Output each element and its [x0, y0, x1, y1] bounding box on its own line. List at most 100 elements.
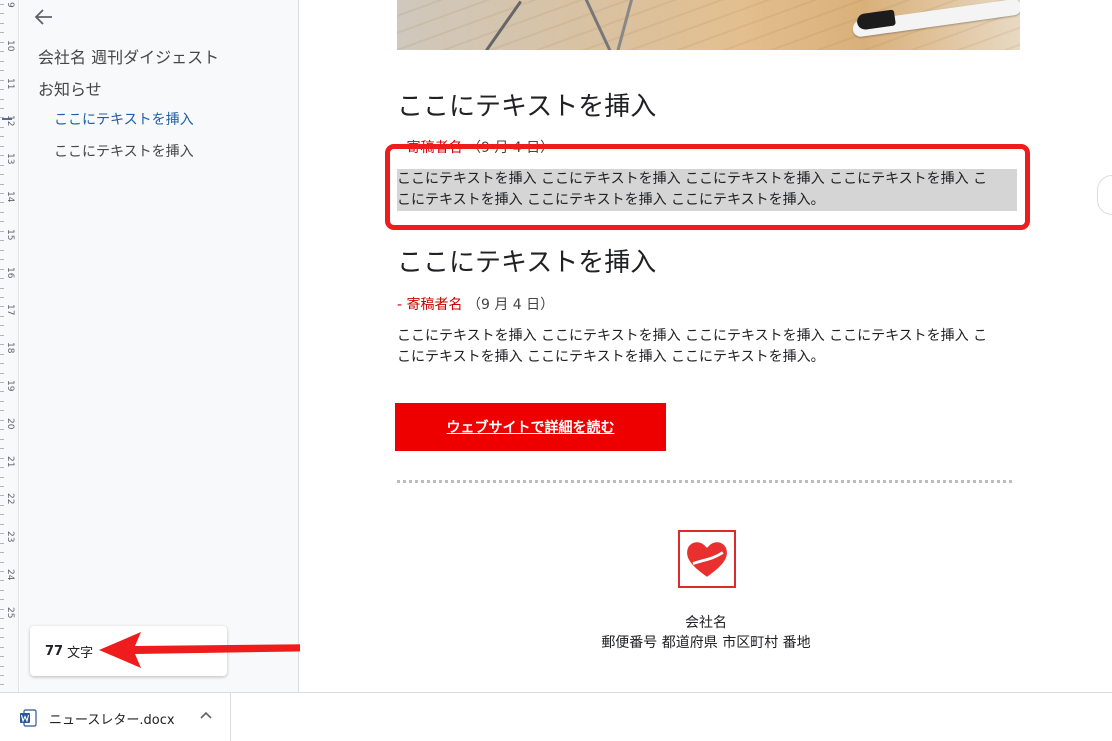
ruler-tick [0, 287, 4, 289]
ruler-tick [0, 571, 4, 572]
read-more-button[interactable]: ウェブサイトで詳細を読む [395, 403, 666, 451]
ruler-tick [0, 136, 4, 138]
ruler-tick [0, 580, 4, 582]
screen: 9 10 11 12 13 14 15 16 17 18 19 20 21 22 23 24 25 会社名 週刊… [0, 0, 1112, 741]
side-panel-toggle[interactable] [1097, 175, 1112, 215]
ruler-tick [0, 627, 4, 629]
outline-item-news[interactable]: お知らせ [38, 76, 102, 100]
ruler-tick [0, 145, 4, 147]
ruler-tick [0, 193, 4, 194]
ruler-tick [0, 363, 4, 365]
ruler-number: 14 [5, 191, 15, 203]
ruler-tick [0, 259, 4, 261]
ruler-tick [0, 438, 4, 440]
outline-item-heading-1[interactable]: ここにテキストを挿入 [54, 109, 194, 129]
section-heading[interactable]: ここにテキストを挿入 [397, 242, 656, 279]
download-item[interactable]: ニュースレター.docx [0, 693, 231, 741]
ruler-tick [0, 400, 4, 402]
document-page[interactable]: ここにテキストを挿入 - 寄稿者名 （9 月 4 日） ここにテキストを挿入 こ… [300, 0, 1112, 692]
ruler-tick [0, 514, 4, 516]
company-logo [678, 530, 736, 588]
ruler-tick [0, 60, 4, 62]
ruler-tick [0, 429, 4, 431]
ruler-tick [0, 183, 4, 185]
paragraph-line: ここにテキストを挿入 ここにテキストを挿入 ここにテキストを挿入 ここにテキスト… [397, 328, 988, 344]
ruler-number: 13 [5, 153, 15, 165]
red-annotation-arrow [99, 632, 331, 668]
ruler-tick [0, 89, 4, 91]
ruler-tick [0, 325, 4, 327]
ruler-number: 12 [5, 115, 15, 127]
ruler-tick [0, 674, 4, 676]
ruler-tick [0, 41, 4, 43]
ruler-number: 16 [5, 266, 15, 279]
company-address[interactable]: 郵便番号 都道府県 市区町村 番地 [500, 632, 912, 652]
ruler-number: 10 [5, 39, 15, 52]
ruler-tick [0, 155, 4, 157]
ruler-number: 21 [5, 455, 15, 468]
vertical-ruler[interactable]: 9 10 11 12 13 14 15 16 17 18 19 20 21 22 23 24 25 [0, 0, 19, 692]
ruler-tick [0, 495, 4, 497]
paragraph[interactable]: ここにテキストを挿入 ここにテキストを挿入 ここにテキストを挿入 ここにテキスト… [397, 326, 1017, 368]
word-count-unit: 文字 [67, 645, 94, 661]
ruler-number: 19 [5, 380, 15, 392]
ruler-tick [0, 107, 4, 109]
ruler-tick [0, 485, 4, 487]
ruler-tick [0, 684, 4, 686]
ruler-tick [0, 646, 4, 648]
ruler-number: 9 [5, 2, 15, 8]
back-arrow-icon[interactable] [34, 8, 54, 26]
word-count-number: 77 [45, 643, 64, 659]
ruler-number: 18 [5, 342, 15, 354]
ruler-tick [0, 230, 4, 232]
ruler-tick [0, 476, 4, 478]
ruler-tick [0, 382, 4, 383]
red-highlight-box [385, 144, 1030, 230]
company-name[interactable]: 会社名 [500, 612, 912, 632]
paragraph-line: こにテキストを挿入 ここにテキストを挿入 ここにテキストを挿入。 [397, 349, 825, 365]
ruler-tick [0, 391, 4, 393]
ruler-number: 25 [5, 606, 15, 619]
ruler-tick [0, 353, 4, 355]
ruler-tick [0, 504, 4, 506]
ruler-tick [0, 306, 4, 308]
outline-item-heading-2[interactable]: ここにテキストを挿入 [54, 141, 194, 161]
ruler-number: 11 [5, 77, 15, 90]
ruler-number: 20 [5, 417, 15, 430]
ruler-tick [0, 665, 4, 667]
chevron-up-icon[interactable] [199, 710, 213, 720]
ruler-number: 22 [5, 493, 15, 505]
ruler-number: 23 [5, 531, 15, 543]
heart-logo-icon [687, 542, 727, 577]
ruler-tick [0, 51, 4, 53]
ruler-tick [0, 589, 4, 591]
ruler-tick [0, 22, 4, 24]
dotted-divider [397, 480, 1012, 483]
ruler-tick [0, 117, 4, 119]
author-name: - 寄稿者名 [397, 297, 463, 313]
ruler-tick [0, 202, 4, 204]
ruler-tick [0, 221, 4, 223]
outline-item-title[interactable]: 会社名 週刊ダイジェスト [38, 44, 219, 68]
ruler-tick [0, 599, 4, 601]
ruler-tick [0, 542, 4, 544]
ruler-tick [0, 4, 4, 5]
document-outline-panel: 会社名 週刊ダイジェスト お知らせ ここにテキストを挿入 ここにテキストを挿入 [20, 0, 299, 692]
ruler-number: 15 [5, 228, 15, 241]
ruler-tick [0, 278, 4, 280]
ruler-tick [0, 32, 4, 34]
ruler-tick [0, 448, 4, 450]
ruler-tick [0, 552, 4, 554]
ruler-tick [0, 70, 4, 72]
section-byline[interactable]: - 寄稿者名 （9 月 4 日） [397, 294, 554, 314]
section-heading[interactable]: ここにテキストを挿入 [397, 86, 656, 123]
ruler-tick [0, 164, 4, 166]
ruler-tick [0, 618, 4, 620]
ruler-tick [0, 13, 4, 15]
word-file-icon [20, 709, 37, 727]
ruler-tick [0, 126, 4, 128]
ruler-tick [0, 467, 4, 469]
download-file-name: ニュースレター.docx [49, 713, 175, 728]
post-date: （9 月 4 日） [466, 297, 555, 313]
ruler-tick [0, 296, 4, 298]
